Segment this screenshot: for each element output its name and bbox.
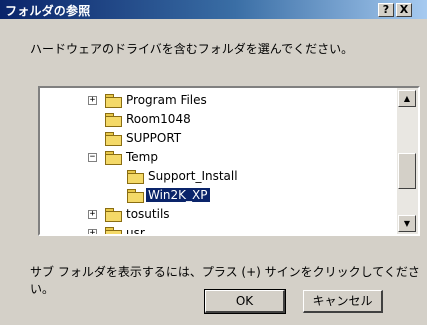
scroll-up-arrow-icon[interactable]: ▲ (398, 90, 416, 107)
tree-item-label: SUPPORT (126, 131, 182, 145)
tree-item-support[interactable]: SUPPORT (40, 129, 397, 148)
folder-icon (105, 151, 122, 165)
tree-item-temp[interactable]: − Temp (40, 148, 397, 167)
window-title: フォルダの参照 (5, 4, 91, 18)
folder-icon (105, 132, 122, 146)
expand-plus-icon[interactable]: + (88, 210, 97, 219)
browse-folder-dialog: フォルダの参照 ? X ハードウェアのドライバを含むフォルダを選んでください。 … (0, 0, 427, 325)
expand-plus-icon[interactable]: + (88, 96, 97, 105)
folder-tree: + Program Files Room1048 SUPPORT − Temp … (40, 88, 397, 234)
scrollbar-thumb[interactable] (398, 153, 416, 189)
tree-item-usr[interactable]: + usr (40, 224, 397, 236)
tree-item-tosutils[interactable]: + tosutils (40, 205, 397, 224)
close-button[interactable]: X (396, 3, 412, 17)
tree-item-program-files[interactable]: + Program Files (40, 91, 397, 110)
tree-item-label: Support_Install (148, 169, 238, 183)
tree-item-label: Temp (126, 150, 158, 164)
scroll-down-arrow-icon[interactable]: ▼ (398, 215, 416, 232)
open-folder-icon (127, 189, 144, 203)
cancel-button[interactable]: キャンセル (303, 290, 383, 313)
tree-item-label: tosutils (126, 207, 170, 221)
expand-plus-icon[interactable]: + (88, 229, 97, 234)
tree-item-win2k-xp[interactable]: Win2K_XP (40, 186, 397, 205)
folder-icon (105, 227, 122, 234)
instruction-text: ハードウェアのドライバを含むフォルダを選んでください。 (30, 42, 354, 56)
collapse-minus-icon[interactable]: − (88, 153, 97, 162)
folder-icon (105, 94, 122, 108)
vertical-scrollbar[interactable]: ▲ ▼ (397, 88, 418, 234)
folder-icon (105, 113, 122, 127)
folder-tree-view[interactable]: + Program Files Room1048 SUPPORT − Temp … (38, 86, 420, 236)
tree-item-support-install[interactable]: Support_Install (40, 167, 397, 186)
tree-item-room1048[interactable]: Room1048 (40, 110, 397, 129)
tree-item-label: usr (126, 226, 145, 236)
tree-item-label: Program Files (126, 93, 207, 107)
title-bar[interactable]: フォルダの参照 ? X (0, 0, 427, 19)
tree-item-label-selected: Win2K_XP (145, 187, 211, 203)
folder-icon (127, 170, 144, 184)
tree-item-label: Room1048 (126, 112, 191, 126)
help-button[interactable]: ? (378, 3, 394, 17)
ok-button[interactable]: OK (204, 289, 286, 314)
folder-icon (105, 208, 122, 222)
